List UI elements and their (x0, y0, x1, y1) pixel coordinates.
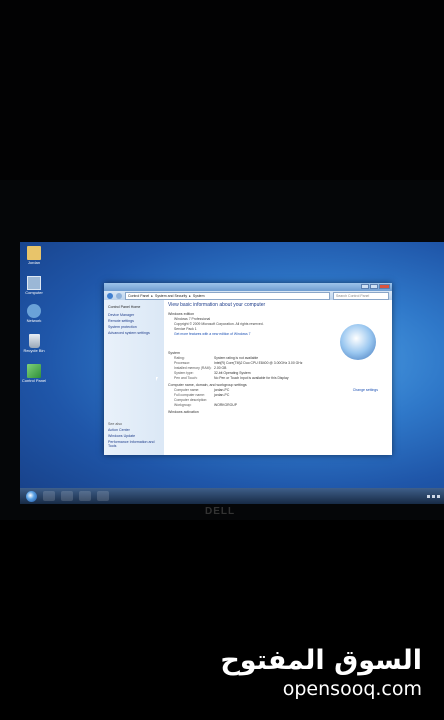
breadcrumb-system[interactable]: System (193, 293, 205, 299)
windows-logo-icon (340, 324, 376, 360)
taskbar-explorer-icon[interactable] (43, 491, 55, 501)
breadcrumb-separator-icon: ▸ (189, 293, 191, 298)
address-bar[interactable]: Control Panel ▸ System and Security ▸ Sy… (125, 291, 330, 300)
left-task-pane: Control Panel Home Device Manager Remote… (104, 300, 164, 455)
address-bar-row: Control Panel ▸ System and Security ▸ Sy… (104, 291, 392, 300)
control-panel-icon (27, 364, 41, 378)
watermark-arabic: السوق المفتوح (220, 645, 422, 676)
performance-info-link[interactable]: Performance Information and Tools (108, 440, 156, 448)
breadcrumb-separator-icon: ▸ (151, 293, 153, 298)
desktop-icon-label: Recycle Bin (23, 348, 45, 353)
windows-update-link[interactable]: Windows Update (108, 434, 156, 438)
maximize-button[interactable] (370, 284, 378, 289)
desktop-icon-label: Computer (25, 290, 43, 295)
start-button[interactable] (26, 490, 37, 502)
tray-volume-icon[interactable] (432, 494, 435, 498)
taskbar (20, 488, 444, 504)
desktop-icon-control-panel[interactable]: Control Panel (20, 364, 48, 383)
window-titlebar[interactable] (104, 283, 392, 291)
desktop-icon-label: Network (26, 318, 42, 323)
monitor-brand-logo: DELL (205, 506, 236, 517)
control-panel-home-link[interactable]: Control Panel Home (108, 305, 164, 309)
taskbar-media-icon[interactable] (79, 491, 91, 501)
remote-settings-link[interactable]: Remote settings (108, 319, 164, 323)
watermark-english: opensooq.com (282, 678, 422, 700)
info-value: No Pen or Touch Input is available for t… (214, 376, 289, 380)
main-content: View basic information about your comput… (168, 302, 388, 455)
user-folder-icon (27, 246, 41, 260)
see-also-section: See also Action Center Windows Update Pe… (108, 420, 156, 448)
window-controls (361, 284, 390, 289)
page-title: View basic information about your comput… (168, 302, 266, 308)
computer-icon (27, 276, 41, 290)
action-center-link[interactable]: Action Center (108, 428, 156, 432)
change-settings-link[interactable]: Change settings (353, 388, 378, 392)
search-input[interactable]: Search Control Panel (333, 291, 389, 300)
mouse-cursor-icon (156, 377, 158, 381)
desktop-icon-label: Control Panel (21, 378, 47, 383)
desktop-icon-label: Jordan (27, 260, 41, 265)
breadcrumb-system-security[interactable]: System and Security (155, 293, 187, 299)
desktop-icon-network[interactable]: Network (20, 304, 48, 323)
taskbar-control-panel-icon[interactable] (97, 491, 109, 501)
info-row: Pen and Touch: No Pen or Touch Input is a… (174, 376, 388, 381)
advanced-system-settings-link[interactable]: Advanced system settings (108, 331, 164, 335)
device-manager-link[interactable]: Device Manager (108, 313, 164, 317)
minimize-button[interactable] (361, 284, 369, 289)
photo-background (0, 0, 444, 180)
see-also-title: See also (108, 422, 122, 426)
desktop-icon-recycle-bin[interactable]: Recycle Bin (20, 334, 48, 353)
system-tray (427, 494, 440, 498)
edition-header: Windows edition (168, 312, 195, 316)
back-arrow-icon[interactable] (107, 292, 113, 299)
info-value: WORKGROUP (214, 403, 237, 407)
breadcrumb-control-panel[interactable]: Control Panel (128, 293, 149, 299)
network-icon (27, 304, 41, 318)
forward-arrow-icon[interactable] (116, 292, 122, 299)
info-row: Workgroup: WORKGROUP (174, 403, 388, 408)
system-properties-window: Control Panel ▸ System and Security ▸ Sy… (104, 283, 392, 455)
tray-flag-icon[interactable] (437, 494, 440, 498)
recycle-bin-icon (28, 334, 40, 348)
tray-network-icon[interactable] (427, 494, 430, 498)
system-protection-link[interactable]: System protection (108, 325, 164, 329)
desktop-icon-user[interactable]: Jordan (20, 246, 48, 265)
taskbar-ie-icon[interactable] (61, 491, 73, 501)
computer-name-header: Computer name, domain, and workgroup set… (168, 383, 247, 387)
close-button[interactable] (379, 284, 390, 289)
info-key: Pen and Touch: (174, 376, 198, 380)
watermark: السوق المفتوح opensooq.com (220, 645, 422, 701)
info-key: Workgroup: (174, 403, 192, 407)
activation-header: Windows activation (168, 410, 199, 414)
desktop-icon-computer[interactable]: Computer (20, 276, 48, 295)
